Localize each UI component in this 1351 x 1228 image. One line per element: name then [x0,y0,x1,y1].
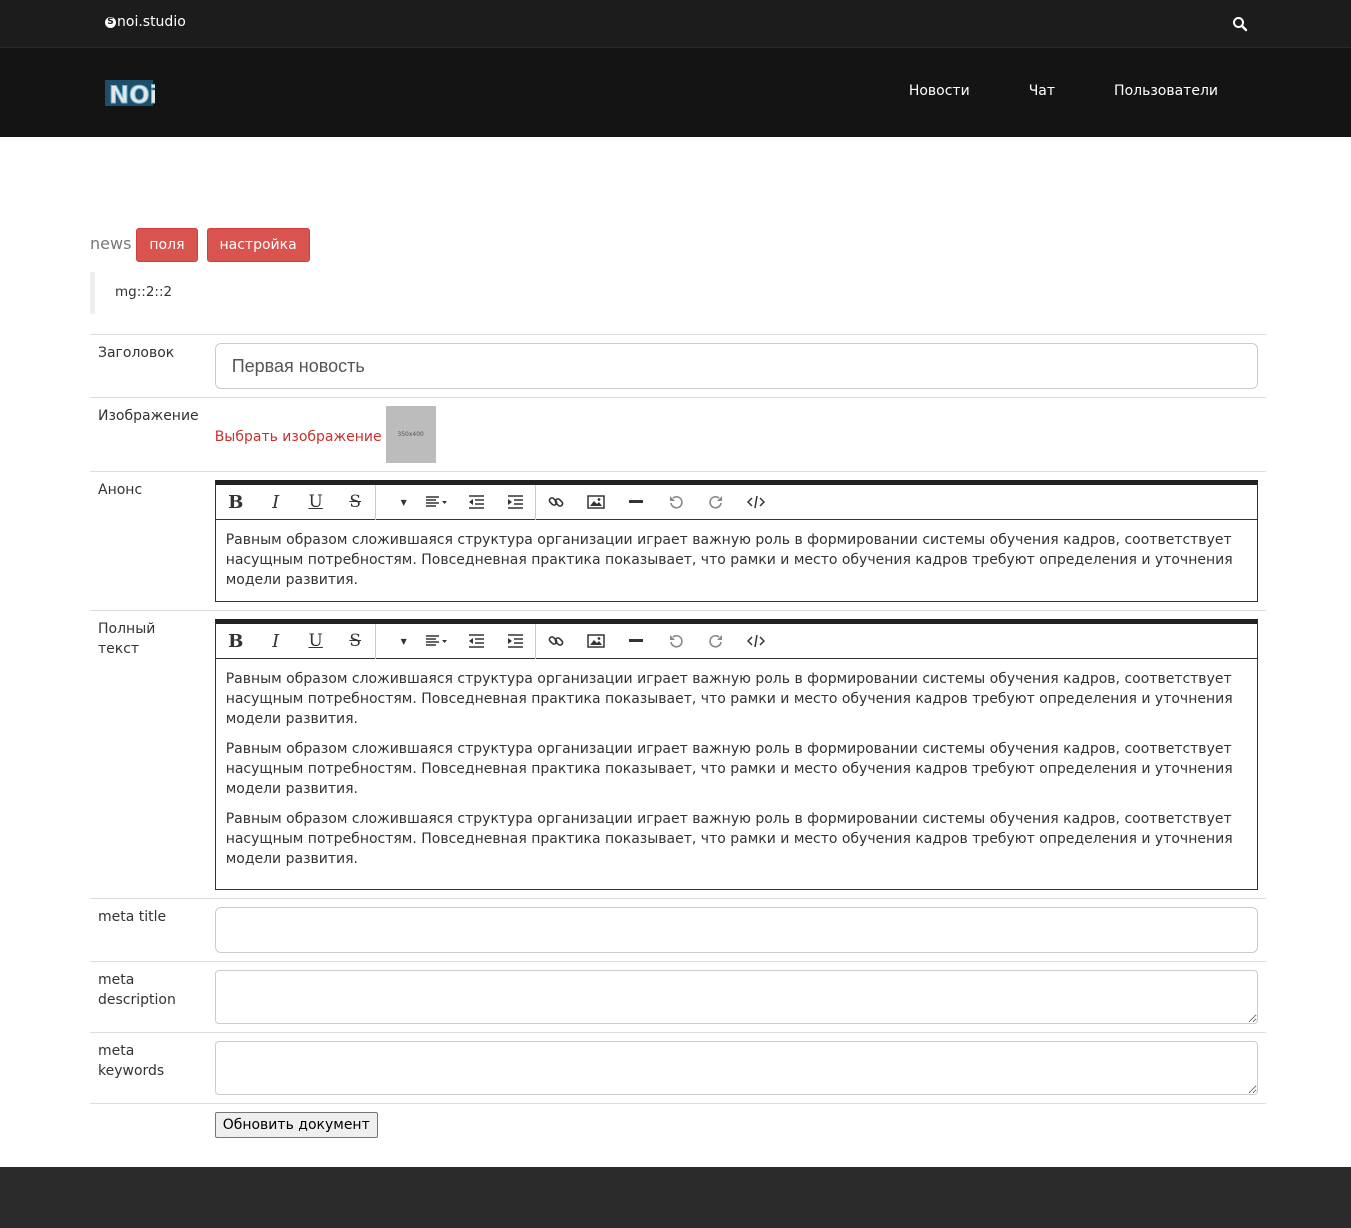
horizontal-rule-icon[interactable] [616,624,656,659]
image-icon[interactable] [576,485,616,520]
undo-icon[interactable] [656,624,696,659]
fields-button[interactable]: поля [136,228,198,262]
redo-icon[interactable] [696,624,736,659]
main-menu: Новости Чат Пользователи [850,83,1218,99]
link-icon[interactable] [536,485,576,520]
code-view-icon[interactable] [736,485,776,520]
redo-icon[interactable] [696,485,736,520]
brand-label: noi.studio [117,14,186,30]
editor-toolbar: B I U S ▼ [215,623,1257,659]
italic-icon[interactable]: I [256,485,296,520]
meta-description-label: meta description [90,961,207,1033]
strikethrough-icon[interactable]: S [336,623,376,659]
align-dropdown-icon[interactable] [416,624,456,659]
horizontal-rule-icon[interactable] [616,485,656,520]
outdent-icon[interactable] [456,624,496,659]
section-label: news [90,233,132,253]
form-row-announce: Анонс B I U S ▼ Равным образом сложившая… [90,471,1266,611]
brand[interactable]: S noi.studio [105,14,186,30]
site-logo[interactable]: NOi [105,74,155,108]
announce-label: Анонс [90,471,207,611]
form-row-title: Заголовок [90,334,1266,398]
fulltext-paragraph: Равным образом сложившаяся структура орг… [225,671,1233,727]
indent-icon[interactable] [496,623,536,659]
image-thumbnail[interactable]: 350x400 [385,406,436,463]
announce-paragraph: Равным образом сложившаяся структура орг… [225,532,1233,588]
title-label: Заголовок [90,334,207,398]
announce-editor: B I U S ▼ Равным образом сложившаяся стр… [214,480,1258,602]
form-row-meta-keywords: meta keywords [90,1032,1266,1104]
editor-toolbar: B I U S ▼ [215,484,1257,520]
underline-icon[interactable]: U [296,485,336,520]
indent-icon[interactable] [496,484,536,520]
image-icon[interactable] [576,624,616,659]
meta-keywords-label: meta keywords [90,1032,207,1104]
skype-icon: S [105,16,116,28]
form-row-submit: Обновить документ [90,1103,1266,1146]
meta-description-textarea[interactable] [214,970,1258,1024]
footer [0,1167,1351,1228]
fulltext-editor: B I U S ▼ Равным образом сложившаяся стр… [214,619,1258,890]
meta-keywords-textarea[interactable] [214,1041,1258,1095]
form-row-image: Изображение Выбрать изображение 350x400 [90,397,1266,472]
font-size-dropdown-icon[interactable]: ▼ [376,624,416,659]
meta-title-label: meta title [90,898,207,962]
font-size-dropdown-icon[interactable]: ▼ [376,485,416,520]
outdent-icon[interactable] [456,485,496,520]
svg-text:NOi: NOi [109,81,155,108]
nav-item-chat[interactable]: Чат [1029,83,1055,99]
form-row-meta-description: meta description [90,961,1266,1033]
main-navbar: Новости Чат Пользователи [0,48,1351,137]
align-dropdown-icon[interactable] [416,485,456,520]
undo-icon[interactable] [656,485,696,520]
nav-item-users[interactable]: Пользователи [1114,83,1218,99]
thumbnail-caption: 350x400 [397,431,424,438]
fulltext-paragraph: Равным образом сложившаяся структура орг… [225,741,1233,797]
choose-image-link[interactable]: Выбрать изображение [215,429,382,445]
link-icon[interactable] [536,624,576,659]
edit-form: Заголовок Изображение Выбрать изображени… [90,334,1266,1146]
form-row-fulltext: Полный текст B I U S ▼ Равным образом сл… [90,610,1266,899]
fulltext-editor-body[interactable]: Равным образом сложившаяся структура орг… [216,659,1257,889]
italic-icon[interactable]: I [256,624,296,659]
title-input[interactable] [214,343,1258,389]
top-bar: S noi.studio [0,0,1351,48]
strikethrough-icon[interactable]: S [336,484,376,520]
announce-editor-body[interactable]: Равным образом сложившаяся структура орг… [216,520,1257,601]
bold-icon[interactable]: B [216,485,256,520]
search-icon[interactable] [1232,16,1248,32]
settings-button[interactable]: настройка [206,228,310,262]
form-row-meta-title: meta title [90,898,1266,962]
underline-icon[interactable]: U [296,624,336,659]
nav-item-news[interactable]: Новости [909,83,970,99]
fulltext-label: Полный текст [90,610,207,899]
document-id-quote: mg::2::2 [90,272,1261,314]
code-view-icon[interactable] [736,624,776,659]
meta-title-input[interactable] [214,907,1258,953]
image-label: Изображение [90,397,207,472]
fulltext-paragraph: Равным образом сложившаяся структура орг… [225,811,1233,867]
update-document-button[interactable]: Обновить документ [214,1112,378,1138]
bold-icon[interactable]: B [216,624,256,659]
